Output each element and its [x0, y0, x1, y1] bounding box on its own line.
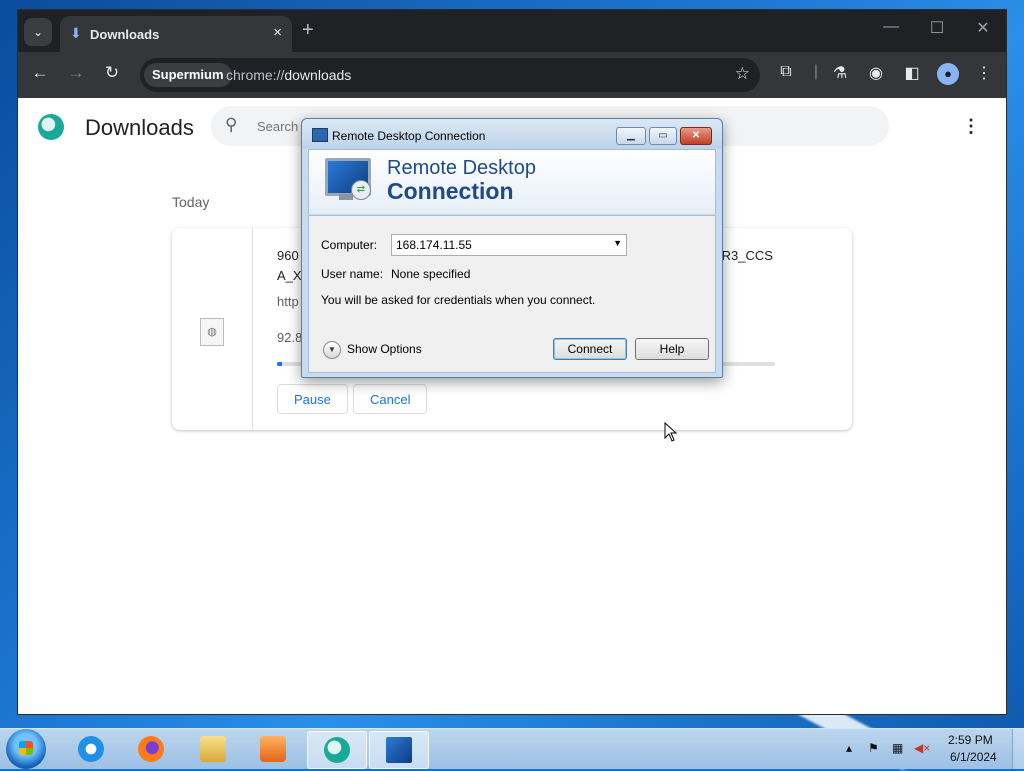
file-name-tail[interactable]: IR3_CCS: [718, 248, 773, 263]
credentials-note: You will be asked for credentials when y…: [321, 293, 596, 307]
windows-logo-icon: [19, 741, 33, 755]
browser-menu-icon[interactable]: ⋮: [972, 63, 996, 83]
show-options-link[interactable]: Show Options: [347, 342, 422, 356]
clock-date[interactable]: 6/1/2024: [950, 750, 997, 764]
supermium-logo-icon: [38, 114, 64, 140]
internet-explorer-icon: [78, 736, 104, 762]
search-icon: ⚲: [225, 115, 238, 134]
rdp-close-button[interactable]: ✕: [680, 127, 712, 145]
taskbar-remote-desktop[interactable]: [369, 731, 429, 769]
card-divider: [252, 228, 253, 430]
show-options-chevron-icon[interactable]: ▼: [323, 341, 341, 359]
file-icon: ◍: [200, 318, 224, 346]
mouse-cursor-icon: [664, 422, 678, 442]
help-button[interactable]: Help: [635, 338, 709, 360]
download-size-status: 92.8: [277, 330, 303, 345]
rdp-body: Computer: 168.174.11.55 ▼ User name: Non…: [308, 215, 716, 373]
url-host: downloads: [284, 67, 352, 83]
new-tab-button[interactable]: +: [302, 19, 314, 42]
taskbar-ie[interactable]: [62, 731, 120, 767]
back-button[interactable]: ←: [28, 63, 52, 83]
forward-button[interactable]: →: [64, 63, 88, 83]
rdp-window-title: Remote Desktop Connection: [332, 129, 486, 143]
media-player-icon: [260, 736, 286, 762]
file-name-line2[interactable]: A_X: [277, 268, 302, 283]
address-bar[interactable]: Supermium chrome://downloads ☆: [140, 58, 760, 92]
url-prefix: chrome://: [226, 67, 285, 83]
taskbar: ▴ ⚑ ▦ ◀× 2:59 PM 6/1/2024: [0, 728, 1024, 769]
rdp-maximize-button[interactable]: ▭: [649, 127, 677, 145]
minimize-button[interactable]: —: [876, 18, 906, 36]
network-icon[interactable]: ▦: [892, 741, 903, 755]
rdp-heading-line2: Connection: [387, 178, 514, 204]
file-name-line1[interactable]: 960: [277, 248, 299, 263]
file-source-url[interactable]: http: [277, 294, 299, 309]
firefox-icon: [138, 736, 164, 762]
username-value: None specified: [391, 267, 471, 281]
rdp-heading-line1: Remote Desktop: [387, 157, 536, 179]
browser-chip[interactable]: Supermium: [144, 63, 232, 87]
page-title: Downloads: [85, 115, 194, 140]
download-icon: ⬇: [70, 25, 82, 41]
more-actions-icon[interactable]: ⋮: [962, 116, 980, 137]
profile-avatar-icon[interactable]: ●: [937, 63, 959, 85]
download-progress-fill: [277, 362, 282, 366]
tab-search-button[interactable]: ⌄: [24, 18, 52, 46]
rdp-minimize-button[interactable]: ▁: [616, 127, 646, 145]
browser-titlebar: ⌄ ⬇ Downloads × + — ☐ ✕: [18, 10, 1006, 52]
pause-button[interactable]: Pause: [277, 384, 348, 414]
tab-close-icon[interactable]: ×: [273, 24, 282, 41]
rdp-titlebar[interactable]: Remote Desktop Connection ▁ ▭ ✕: [302, 119, 722, 149]
extensions-icon[interactable]: ⧉: [774, 63, 798, 81]
taskbar-firefox[interactable]: [122, 731, 180, 767]
start-button[interactable]: [6, 729, 46, 769]
clock-time[interactable]: 2:59 PM: [948, 733, 993, 747]
tab-title: Downloads: [90, 27, 160, 42]
url-text[interactable]: chrome://downloads: [226, 67, 351, 83]
side-panel-icon[interactable]: ◧: [900, 63, 924, 83]
computer-label: Computer:: [321, 238, 378, 252]
date-section-header: Today: [172, 194, 210, 210]
rdp-banner: ⇄ Remote Desktop Connection: [308, 149, 716, 214]
taskbar-supermium[interactable]: [307, 731, 367, 769]
taskbar-explorer[interactable]: [184, 731, 242, 767]
rdp-dialog: Remote Desktop Connection ▁ ▭ ✕ ⇄ Remote…: [301, 118, 723, 378]
bookmark-star-icon[interactable]: ☆: [735, 64, 750, 84]
connect-button[interactable]: Connect: [553, 338, 627, 360]
show-desktop-button[interactable]: [1012, 729, 1024, 769]
labs-flask-icon[interactable]: ⚗: [828, 63, 852, 83]
remote-desktop-icon: [386, 737, 412, 763]
toolbar-separator: |: [813, 63, 819, 80]
rdp-monitor-stand: [339, 194, 353, 200]
downloads-toolbar-icon[interactable]: ◉: [864, 63, 888, 83]
rdp-connect-arrows-icon: ⇄: [351, 180, 371, 200]
reload-button[interactable]: ↻: [100, 63, 124, 83]
close-window-button[interactable]: ✕: [968, 18, 998, 38]
folder-icon: [200, 736, 226, 762]
rdp-app-icon: [312, 128, 328, 142]
tray-overflow-icon[interactable]: ▴: [846, 741, 852, 755]
supermium-icon: [324, 737, 350, 763]
volume-muted-icon[interactable]: ◀×: [914, 741, 930, 755]
username-label: User name:: [321, 267, 384, 281]
computer-value: 168.174.11.55: [396, 238, 472, 252]
dropdown-arrow-icon[interactable]: ▼: [613, 238, 622, 248]
taskbar-media-player[interactable]: [244, 731, 302, 767]
computer-combobox[interactable]: 168.174.11.55 ▼: [391, 234, 627, 256]
action-center-flag-icon[interactable]: ⚑: [868, 741, 879, 755]
cancel-button[interactable]: Cancel: [353, 384, 428, 414]
maximize-button[interactable]: ☐: [922, 18, 952, 38]
browser-toolbar: ← → ↻ Supermium chrome://downloads ☆ ⧉ |…: [18, 52, 1006, 98]
tab-downloads[interactable]: ⬇ Downloads ×: [60, 16, 292, 52]
